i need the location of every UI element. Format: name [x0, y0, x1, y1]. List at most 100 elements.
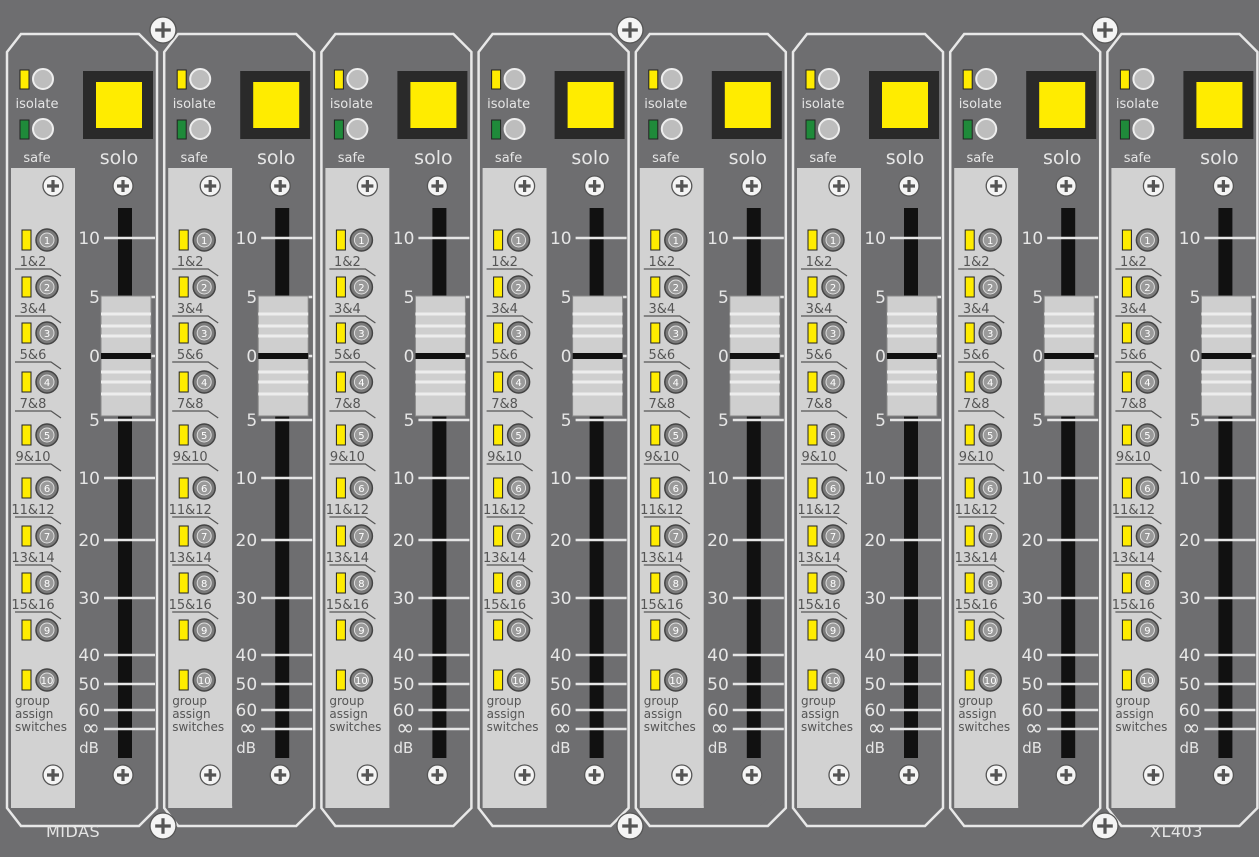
group-button-number: 5 — [1144, 431, 1150, 442]
group-button-number: 3 — [515, 329, 521, 340]
group-button-number: 7 — [830, 532, 836, 543]
group-assign-switch-10[interactable]: 10 — [178, 668, 216, 692]
group-led — [493, 371, 504, 393]
fader-scale-label: 0 — [89, 347, 100, 367]
fader-knob[interactable] — [257, 295, 309, 417]
solo-button[interactable] — [253, 82, 300, 128]
solo-button[interactable] — [96, 82, 142, 128]
group-led — [21, 229, 32, 251]
db-unit-label: dB — [708, 739, 728, 757]
solo-button[interactable] — [567, 82, 614, 128]
isolate-button[interactable] — [818, 68, 840, 90]
group-assign-switch-10[interactable]: 10 — [807, 668, 845, 692]
group-button-number: 10 — [669, 676, 682, 687]
group-pair-label: 9&10 — [487, 450, 522, 465]
group-assign-label: switches — [1115, 720, 1167, 734]
panel-screw-icon — [149, 16, 177, 44]
fader-knob[interactable] — [414, 295, 466, 417]
group-assign-switch-10[interactable]: 10 — [21, 668, 59, 692]
group-led — [21, 619, 32, 641]
safe-button[interactable] — [503, 118, 526, 140]
group-pair-label: 3&4 — [1120, 302, 1147, 317]
solo-button[interactable] — [1196, 82, 1243, 128]
screw-icon — [426, 175, 449, 197]
safe-button[interactable] — [975, 118, 998, 140]
channel-strip-3: isolate safe solo 1 1&2 2 3&4 3 5&6 4 7&8 5 9&10 6 11&… — [320, 32, 473, 828]
isolate-button[interactable] — [32, 68, 54, 90]
group-assign-switch-10[interactable]: 10 — [650, 668, 688, 692]
screw-icon — [741, 175, 763, 197]
fader-scale-label: 10 — [393, 469, 415, 489]
fader-cap-line — [101, 353, 151, 359]
group-assign-switch-9[interactable]: 9 — [1121, 618, 1160, 642]
fader-knob[interactable] — [100, 295, 152, 417]
group-led — [178, 669, 189, 691]
solo-button[interactable] — [724, 82, 771, 128]
group-assign-switch-9[interactable]: 9 — [650, 618, 688, 642]
group-pair-label: 15&16 — [955, 598, 998, 613]
safe-button[interactable] — [1132, 118, 1155, 140]
channel-strip-5: isolate safe solo 1 1&2 2 3&4 3 5&6 4 7&8 5 9&10 6 11&… — [634, 32, 788, 828]
group-pair-label: 15&16 — [797, 598, 840, 613]
safe-button[interactable] — [189, 118, 212, 140]
group-led — [21, 525, 32, 547]
safe-label: safe — [1124, 151, 1151, 166]
group-assign-label: group — [801, 694, 836, 708]
isolate-button[interactable] — [346, 68, 369, 90]
group-pair-label: 1&2 — [491, 255, 518, 270]
isolate-button[interactable] — [1132, 68, 1155, 90]
safe-button[interactable] — [346, 118, 369, 140]
isolate-led — [648, 69, 659, 90]
fader-knob[interactable] — [572, 295, 624, 417]
isolate-button[interactable] — [189, 68, 212, 90]
group-button-number: 9 — [830, 626, 836, 637]
fader-slot — [432, 208, 447, 758]
fader-knob[interactable] — [886, 295, 938, 417]
group-assign-switch-9[interactable]: 9 — [335, 618, 374, 642]
group-pair-label: 7&8 — [648, 397, 675, 412]
isolate-button[interactable] — [660, 68, 683, 90]
group-assign-switch-10[interactable]: 10 — [964, 668, 1002, 692]
fader-scale-label: 20 — [236, 531, 258, 551]
fader-scale-label: 20 — [78, 531, 100, 551]
fader-knob[interactable] — [729, 295, 781, 417]
screw-icon — [356, 764, 379, 786]
group-button-number: 2 — [1144, 283, 1150, 294]
group-button-number: 10 — [827, 676, 840, 687]
group-assign-switch-9[interactable]: 9 — [493, 618, 531, 642]
fader-knob[interactable] — [1043, 295, 1095, 417]
group-assign-switch-10[interactable]: 10 — [335, 668, 374, 692]
channel-strip-2: isolate safe solo 1 1&2 2 3&4 3 5&6 4 7&8 5 9&10 6 11&… — [162, 32, 316, 828]
solo-button[interactable] — [1039, 82, 1086, 128]
isolate-button[interactable] — [503, 68, 526, 90]
group-led — [493, 322, 504, 344]
group-led — [335, 322, 346, 344]
group-led — [964, 669, 975, 691]
group-pair-label: 3&4 — [491, 302, 518, 317]
group-pair-label: 5&6 — [334, 348, 361, 363]
group-assign-switch-9[interactable]: 9 — [964, 618, 1002, 642]
group-assign-switch-10[interactable]: 10 — [1121, 668, 1160, 692]
safe-led — [491, 119, 502, 140]
solo-button[interactable] — [882, 82, 928, 128]
group-assign-switch-9[interactable]: 9 — [807, 618, 845, 642]
solo-button[interactable] — [410, 82, 457, 128]
group-assign-switch-10[interactable]: 10 — [493, 668, 531, 692]
group-pair-label: 5&6 — [648, 348, 675, 363]
fader-scale-label: 10 — [78, 469, 100, 489]
safe-button[interactable] — [818, 118, 840, 140]
fader-knob[interactable] — [1200, 295, 1252, 417]
safe-button[interactable] — [660, 118, 683, 140]
group-button-number: 2 — [673, 283, 679, 294]
fader-scale-label: 50 — [1179, 675, 1201, 695]
channel-strip-6: isolate safe solo 1 1&2 2 3&4 3 5&6 4 7&8 5 9&10 6 11&… — [791, 32, 945, 828]
screw-icon — [112, 175, 134, 197]
isolate-button[interactable] — [975, 68, 998, 90]
group-assign-switch-9[interactable]: 9 — [178, 618, 216, 642]
fader-scale-label: 20 — [1022, 531, 1044, 551]
group-assign-switch-9[interactable]: 9 — [21, 618, 59, 642]
fader-scale-label: 0 — [875, 347, 886, 367]
group-pair-label: 11&12 — [483, 503, 526, 518]
safe-button[interactable] — [32, 118, 54, 140]
group-button-number: 3 — [44, 329, 50, 340]
